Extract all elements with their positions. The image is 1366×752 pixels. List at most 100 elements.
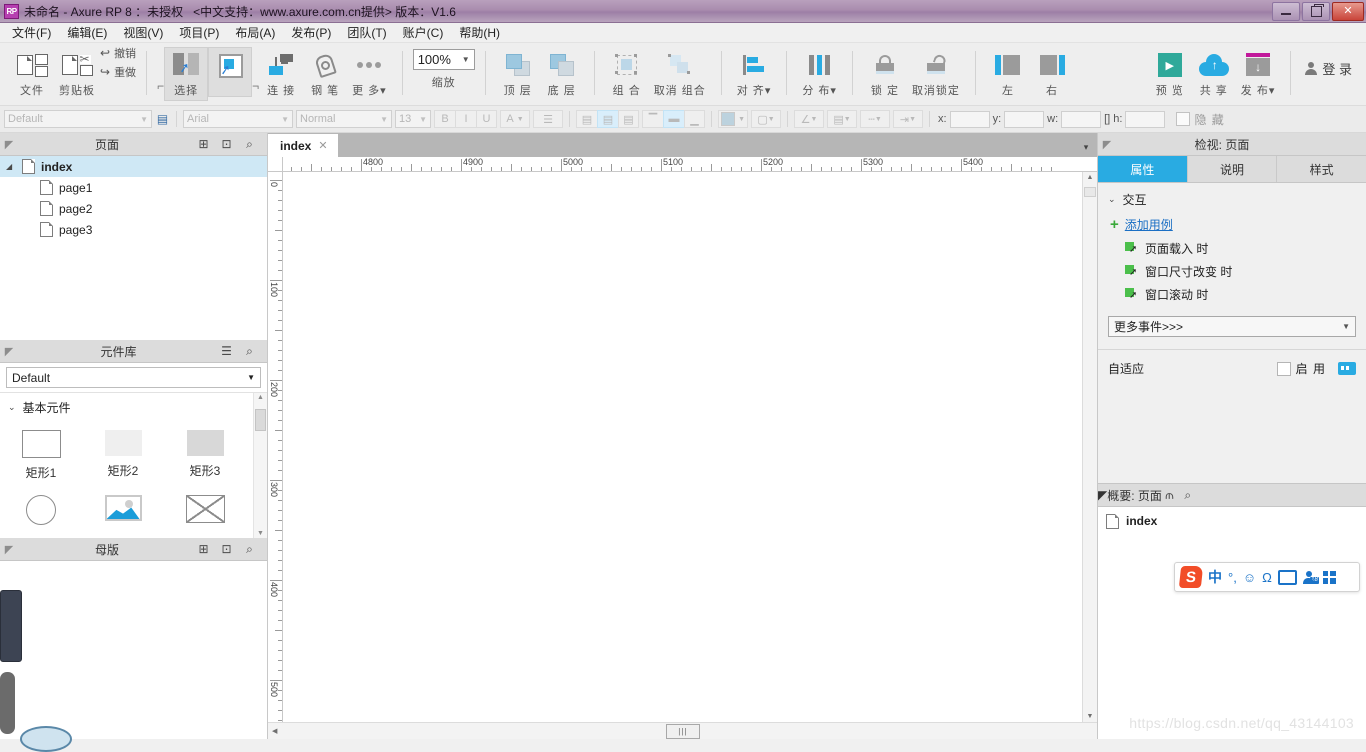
ime-punctuation-button[interactable]: °, — [1228, 570, 1237, 585]
canvas-vertical-scrollbar[interactable]: ▲ ▼ — [1082, 172, 1097, 722]
device-preview-icon[interactable] — [1338, 362, 1356, 375]
page-tree-item-index[interactable]: ◢ index — [0, 156, 267, 177]
collapse-icon[interactable]: ◤ — [0, 138, 18, 151]
menu-publish[interactable]: 发布(P) — [283, 22, 339, 43]
search-icon[interactable]: ⌕ — [242, 137, 257, 152]
menu-help[interactable]: 帮助(H) — [451, 22, 508, 43]
ungroup-button[interactable]: 取消 组合 — [649, 47, 711, 101]
vertical-ruler[interactable]: 0100200300400500 — [268, 172, 283, 722]
collapse-icon[interactable]: ◤ — [1098, 488, 1107, 502]
search-icon[interactable]: ⌕ — [242, 344, 257, 359]
align-button[interactable]: 对 齐▾ — [732, 47, 777, 101]
align-right-button[interactable]: 右 — [1030, 47, 1074, 101]
connect-tool-button[interactable]: 连 接 — [259, 47, 303, 101]
ime-mode-button[interactable]: 中 — [1208, 567, 1222, 587]
event-window-scroll[interactable]: ➚ 窗口滚动 时 — [1098, 283, 1366, 306]
menu-team[interactable]: 团队(T) — [339, 22, 394, 43]
design-canvas[interactable] — [283, 172, 1082, 722]
event-page-load[interactable]: ➚ 页面载入 时 — [1098, 237, 1366, 260]
adaptive-enable-checkbox[interactable] — [1277, 362, 1291, 376]
lock-button[interactable]: 锁 定 — [863, 47, 907, 101]
ime-toolbar[interactable]: S 中 °, ☺ Ω 18 — [1174, 562, 1360, 592]
hidden-checkbox[interactable]: 隐 藏 — [1176, 111, 1224, 128]
undo-button[interactable]: ↩ 撤销 — [100, 45, 136, 61]
horizontal-ruler-track[interactable]: 47004800490050005100520053005400 — [283, 157, 1083, 171]
select-tool-button[interactable]: ➚ 选择 — [164, 47, 208, 101]
y-input[interactable] — [1004, 111, 1044, 128]
widget-rect2[interactable]: 矩形2 — [82, 422, 164, 487]
user-icon[interactable]: 18 — [1303, 571, 1317, 584]
tab-list-chevron-icon[interactable]: ▾ — [1075, 142, 1097, 157]
fill-color-button[interactable]: ▼ — [718, 110, 748, 128]
align-right-button[interactable]: ▤ — [618, 110, 639, 128]
font-size-select[interactable]: 13 ▼ — [395, 110, 431, 128]
add-page-icon[interactable]: ⊞ — [196, 542, 211, 557]
filter-icon[interactable]: ⫙ — [1162, 488, 1177, 503]
maximize-button[interactable] — [1302, 2, 1330, 21]
arrow-style-button[interactable]: ⇥▼ — [893, 110, 923, 128]
scroll-down-icon[interactable]: ▼ — [1087, 713, 1094, 720]
send-back-button[interactable]: 底 层 — [540, 47, 584, 101]
canvas-horizontal-scrollbar[interactable]: ◀ ||| — [268, 722, 1097, 739]
add-page-icon[interactable]: ⊞ — [196, 137, 211, 152]
bold-button[interactable]: B — [434, 110, 455, 128]
library-select[interactable]: Default ▼ — [6, 367, 261, 388]
tab-properties[interactable]: 属性 — [1098, 156, 1188, 182]
pen-tool-button[interactable]: 钢 笔 — [303, 47, 347, 101]
tab-notes[interactable]: 说明 — [1188, 156, 1278, 182]
scroll-left-icon[interactable]: ◀ — [268, 727, 281, 735]
unlock-button[interactable]: 取消锁定 — [907, 47, 965, 101]
file-button[interactable]: 文件 — [10, 47, 54, 101]
event-window-resize[interactable]: ➚ 窗口尺寸改变 时 — [1098, 260, 1366, 283]
hamburger-icon[interactable]: ☰ — [219, 344, 234, 359]
widget-circle[interactable] — [0, 487, 82, 531]
widget-rect3[interactable]: 矩形3 — [164, 422, 246, 487]
align-center-button[interactable]: ▤ — [597, 110, 618, 128]
x-input[interactable] — [950, 111, 990, 128]
more-tools-button[interactable]: 更 多▾ — [347, 47, 392, 101]
point-tool-button[interactable]: ➚ — [208, 47, 252, 97]
align-middle-button[interactable]: ▬ — [663, 110, 684, 128]
grid-icon[interactable] — [1323, 571, 1336, 584]
preview-button[interactable]: ▶ 预 览 — [1148, 47, 1192, 101]
scroll-down-icon[interactable]: ▼ — [257, 530, 264, 537]
tab-style[interactable]: 样式 — [1277, 156, 1366, 182]
library-category-basic[interactable]: ⌄ 基本元件 — [0, 399, 253, 422]
zoom-select[interactable]: 100% ▼ — [413, 49, 475, 70]
close-button[interactable]: ✕ — [1332, 2, 1364, 21]
login-button[interactable]: 登 录 — [1295, 59, 1362, 78]
keyboard-icon[interactable] — [1278, 570, 1297, 585]
menu-file[interactable]: 文件(F) — [4, 22, 59, 43]
widget-rect1[interactable]: 矩形1 — [0, 422, 82, 487]
widget-placeholder[interactable] — [164, 487, 246, 531]
align-left-button[interactable]: ▤ — [576, 110, 597, 128]
style-select[interactable]: Default ▼ — [4, 110, 152, 128]
scrollbar-thumb[interactable] — [1084, 187, 1096, 197]
style-edit-icon[interactable]: ▤ — [155, 112, 170, 127]
ime-symbol-icon[interactable]: Ω — [1262, 570, 1272, 585]
font-family-select[interactable]: Arial ▼ — [183, 110, 293, 128]
more-events-select[interactable]: 更多事件>>> ▼ — [1108, 316, 1356, 337]
underline-button[interactable]: U — [476, 110, 497, 128]
line-style-button[interactable]: ┄▼ — [860, 110, 890, 128]
align-bottom-button[interactable]: ▁ — [684, 110, 705, 128]
menu-view[interactable]: 视图(V) — [115, 22, 171, 43]
collapse-icon[interactable]: ◤ — [0, 543, 18, 556]
interactions-section-title[interactable]: ⌄ 交互 — [1098, 183, 1366, 214]
font-weight-select[interactable]: Normal ▼ — [296, 110, 392, 128]
publish-button[interactable]: ↓ 发 布▾ — [1236, 47, 1281, 101]
menu-edit[interactable]: 编辑(E) — [59, 22, 115, 43]
lock-ratio-icon[interactable]: [] — [1104, 113, 1110, 125]
ime-emoji-icon[interactable]: ☺ — [1243, 570, 1256, 585]
close-icon[interactable]: ✕ — [318, 139, 327, 152]
add-folder-icon[interactable]: ⊡ — [219, 137, 234, 152]
line-width-button[interactable]: ▤▼ — [827, 110, 857, 128]
menu-account[interactable]: 账户(C) — [395, 22, 452, 43]
scroll-up-icon[interactable]: ▲ — [257, 394, 264, 401]
library-scrollbar[interactable]: ▲ ▼ — [253, 393, 267, 538]
share-button[interactable]: ↑ 共 享 — [1192, 47, 1236, 101]
align-top-button[interactable]: ▔ — [642, 110, 663, 128]
distribute-button[interactable]: 分 布▾ — [797, 47, 842, 101]
redo-button[interactable]: ↪ 重做 — [100, 64, 136, 80]
italic-button[interactable]: I — [455, 110, 476, 128]
